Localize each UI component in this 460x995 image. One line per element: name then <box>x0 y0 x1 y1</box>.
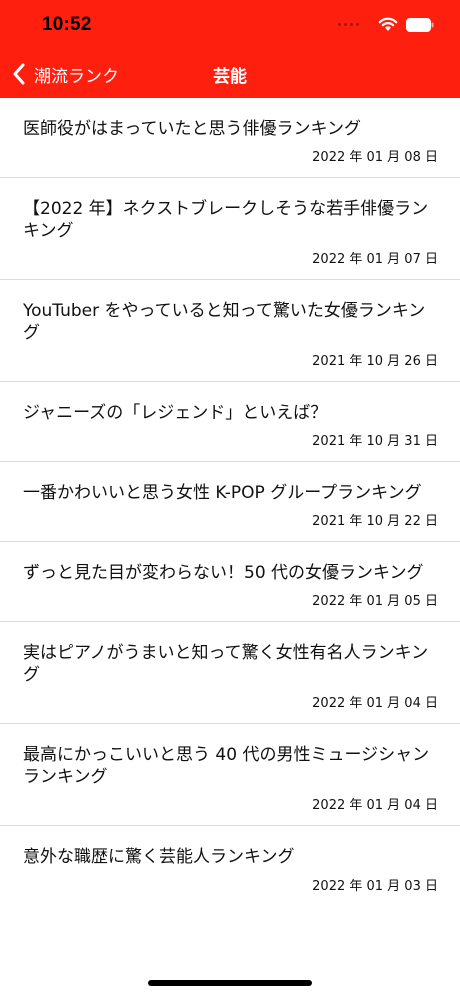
status-time: 10:52 <box>42 14 92 35</box>
list-item[interactable]: 実はピアノがうまいと知って驚く女性有名人ランキング 2022 年 01 月 04… <box>0 622 460 724</box>
list-item[interactable]: 医師役がはまっていたと思う俳優ランキング 2022 年 01 月 08 日 <box>0 98 460 178</box>
article-title: 【2022 年】ネクストブレークしそうな若手俳優ランキング <box>23 199 429 241</box>
article-title: 医師役がはまっていたと思う俳優ランキング <box>23 119 361 139</box>
article-date: 2022 年 01 月 07 日 <box>312 252 438 267</box>
article-title: ジャニーズの「レジェンド」といえば？ <box>23 403 328 423</box>
article-date: 2021 年 10 月 22 日 <box>312 514 438 529</box>
article-date: 2022 年 01 月 05 日 <box>312 594 438 609</box>
list-item[interactable]: 【2022 年】ネクストブレークしそうな若手俳優ランキング 2022 年 01 … <box>0 178 460 280</box>
list-item[interactable]: ずっと見た目が変わらない！50 代の女優ランキング 2022 年 01 月 05… <box>0 542 460 622</box>
wifi-icon <box>378 17 398 31</box>
article-title: 実はピアノがうまいと知って驚く女性有名人ランキング <box>23 643 429 685</box>
article-date: 2022 年 01 月 08 日 <box>312 150 438 165</box>
status-icons <box>338 17 434 32</box>
list-item[interactable]: 一番かわいいと思う女性 K-POP グループランキング 2021 年 10 月 … <box>0 462 460 542</box>
article-date: 2022 年 01 月 04 日 <box>312 798 438 813</box>
article-title: 一番かわいいと思う女性 K-POP グループランキング <box>23 483 422 503</box>
article-date: 2021 年 10 月 26 日 <box>312 354 438 369</box>
list-item[interactable]: ジャニーズの「レジェンド」といえば？ 2021 年 10 月 31 日 <box>0 382 460 462</box>
header-bar: 10:52 潮流ランク 芸能 <box>0 0 460 98</box>
article-date: 2022 年 01 月 04 日 <box>312 696 438 711</box>
battery-icon <box>406 17 434 32</box>
article-title: 意外な職歴に驚く芸能人ランキング <box>23 847 295 867</box>
home-indicator[interactable] <box>148 980 312 986</box>
signal-icon <box>338 23 362 26</box>
page-title: 芸能 <box>213 67 247 87</box>
list-item[interactable]: 最高にかっこいいと思う 40 代の男性ミュージシャンランキング 2022 年 0… <box>0 724 460 826</box>
article-title: ずっと見た目が変わらない！50 代の女優ランキング <box>23 563 424 583</box>
article-title: YouTuber をやっていると知って驚いた女優ランキング <box>23 301 426 343</box>
list-item[interactable]: YouTuber をやっていると知って驚いた女優ランキング 2021 年 10 … <box>0 280 460 382</box>
list-item[interactable]: 意外な職歴に驚く芸能人ランキング 2022 年 01 月 03 日 <box>0 826 460 906</box>
screen: 10:52 潮流ランク 芸能 医師役がはまっていたと思う俳優ランキング 2022… <box>0 0 460 995</box>
article-date: 2021 年 10 月 31 日 <box>312 434 438 449</box>
article-title: 最高にかっこいいと思う 40 代の男性ミュージシャンランキング <box>23 745 430 787</box>
article-date: 2022 年 01 月 03 日 <box>312 879 438 894</box>
